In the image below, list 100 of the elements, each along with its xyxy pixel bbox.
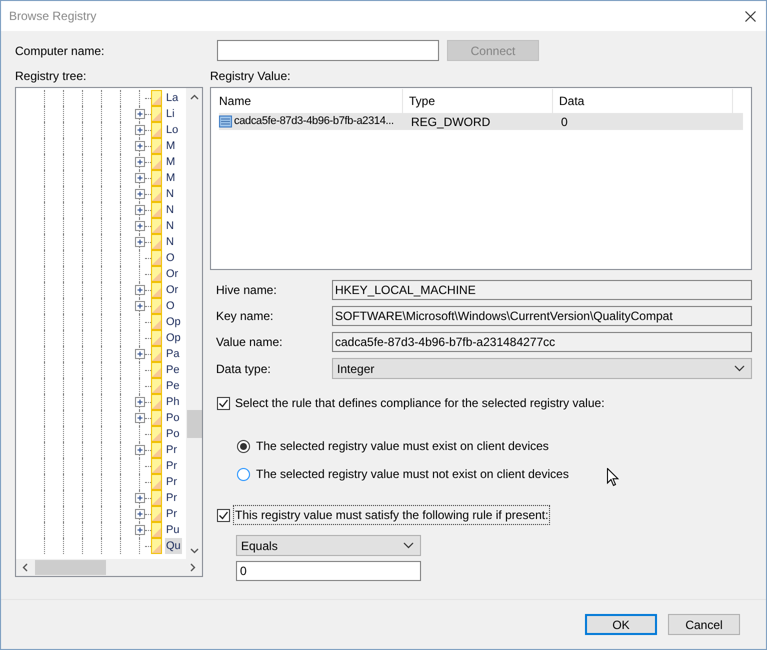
expand-icon[interactable] bbox=[135, 509, 145, 519]
radio-button[interactable] bbox=[237, 440, 250, 452]
tree-item[interactable]: O bbox=[165, 298, 176, 314]
close-icon[interactable] bbox=[745, 10, 756, 22]
operator-dropdown[interactable]: Equals bbox=[236, 535, 421, 556]
folder-icon bbox=[151, 426, 163, 442]
field-label: Data type: bbox=[216, 360, 272, 378]
tree-item[interactable]: Li bbox=[165, 106, 176, 122]
cancel-button[interactable]: Cancel bbox=[668, 614, 740, 635]
folder-icon bbox=[151, 218, 163, 234]
field-label: Computer name: bbox=[15, 42, 106, 60]
tree-item[interactable]: Pr bbox=[165, 474, 178, 490]
scroll-left-icon[interactable] bbox=[22, 563, 28, 572]
data-type-dropdown[interactable]: Integer bbox=[332, 358, 752, 379]
expand-icon[interactable] bbox=[135, 237, 145, 247]
checkbox-label: Select the rule that defines compliance for the selected registry value: bbox=[235, 395, 605, 412]
scroll-up-icon[interactable] bbox=[190, 94, 198, 100]
tree-item[interactable]: Op bbox=[165, 330, 182, 346]
tree-item[interactable]: N bbox=[165, 186, 175, 202]
tree-item[interactable]: Lo bbox=[165, 122, 180, 138]
tree-item[interactable]: Pe bbox=[165, 378, 180, 394]
folder-icon bbox=[151, 186, 163, 202]
folder-icon bbox=[151, 474, 163, 490]
tree-item[interactable]: Pu bbox=[165, 522, 180, 538]
folder-icon bbox=[151, 90, 163, 106]
table-cell-text: cadca5fe-87d3-4b96-b7fb-a2314... bbox=[234, 114, 394, 130]
folder-icon bbox=[151, 394, 163, 410]
tree-item[interactable]: N bbox=[165, 202, 175, 218]
tree-item[interactable]: Po bbox=[165, 410, 180, 426]
field-label: Key name: bbox=[216, 308, 274, 325]
expand-icon[interactable] bbox=[135, 157, 145, 167]
folder-icon bbox=[151, 346, 163, 362]
vertical-scrollbar[interactable] bbox=[186, 88, 202, 560]
scroll-down-icon[interactable] bbox=[190, 548, 198, 554]
folder-icon bbox=[151, 250, 163, 266]
folder-icon bbox=[151, 410, 163, 426]
value-field[interactable]: 0 bbox=[236, 561, 421, 581]
expand-icon[interactable] bbox=[135, 125, 145, 135]
folder-icon bbox=[151, 506, 163, 522]
field-label: Hive name: bbox=[216, 282, 278, 299]
tree-item[interactable]: N bbox=[165, 234, 175, 250]
scroll-right-icon[interactable] bbox=[190, 563, 196, 572]
section-label: Registry Value: bbox=[210, 69, 292, 83]
scrollbar-thumb[interactable] bbox=[187, 410, 202, 438]
read-only-field[interactable]: cadca5fe-87d3-4b96-b7fb-a231484277cc bbox=[332, 332, 752, 352]
tree-item[interactable]: Op bbox=[165, 314, 182, 330]
radio-button[interactable] bbox=[237, 468, 250, 480]
chevron-down-icon bbox=[734, 365, 745, 372]
read-only-field[interactable]: SOFTWARE\Microsoft\Windows\CurrentVersion\QualityCompat bbox=[332, 306, 752, 326]
expand-icon[interactable] bbox=[135, 173, 145, 183]
registry-value-icon bbox=[219, 115, 232, 128]
tree-item[interactable]: Pr bbox=[165, 458, 178, 474]
checkbox[interactable] bbox=[217, 508, 230, 522]
mouse-cursor-icon bbox=[607, 468, 619, 487]
folder-icon bbox=[151, 442, 163, 458]
folder-icon bbox=[151, 106, 163, 122]
read-only-field[interactable]: HKEY_LOCAL_MACHINE bbox=[332, 280, 752, 300]
expand-icon[interactable] bbox=[135, 205, 145, 215]
tree-item[interactable]: Ph bbox=[165, 394, 180, 410]
folder-icon bbox=[151, 202, 163, 218]
tree-item[interactable]: Or bbox=[165, 266, 180, 282]
scrollbar-thumb[interactable] bbox=[35, 560, 106, 575]
expand-icon[interactable] bbox=[135, 445, 145, 455]
checkbox[interactable] bbox=[217, 396, 230, 410]
tree-item[interactable]: Pr bbox=[165, 490, 178, 506]
tree-item[interactable]: M bbox=[165, 170, 176, 186]
expand-icon[interactable] bbox=[135, 141, 145, 151]
expand-icon[interactable] bbox=[135, 285, 145, 295]
radio-label: The selected registry value must not exist on client devices bbox=[256, 466, 569, 483]
ok-button[interactable]: OK bbox=[585, 614, 657, 635]
expand-icon[interactable] bbox=[135, 189, 145, 199]
expand-icon[interactable] bbox=[135, 301, 145, 311]
expand-icon[interactable] bbox=[135, 349, 145, 359]
field-label: Value name: bbox=[216, 334, 284, 351]
expand-icon[interactable] bbox=[135, 221, 145, 231]
list-row[interactable]: cadca5fe-87d3-4b96-b7fb-a2314... REG_DWORD 0 bbox=[219, 113, 743, 130]
computer-name-field[interactable] bbox=[217, 40, 439, 61]
folder-icon bbox=[151, 490, 163, 506]
expand-icon[interactable] bbox=[135, 493, 145, 503]
tree-item[interactable]: Pr bbox=[165, 442, 178, 458]
tree-item[interactable]: O bbox=[165, 250, 176, 266]
expand-icon[interactable] bbox=[135, 109, 145, 119]
chevron-down-icon bbox=[403, 542, 414, 549]
tree-item[interactable]: M bbox=[165, 154, 176, 170]
tree-item[interactable]: Po bbox=[165, 426, 180, 442]
folder-icon bbox=[151, 122, 163, 138]
expand-icon[interactable] bbox=[135, 525, 145, 535]
tree-item[interactable]: Pr bbox=[165, 506, 178, 522]
tree-item[interactable]: Qu bbox=[165, 538, 182, 554]
folder-icon bbox=[151, 266, 163, 282]
folder-icon bbox=[151, 298, 163, 314]
expand-icon[interactable] bbox=[135, 413, 145, 423]
tree-item[interactable]: M bbox=[165, 138, 176, 154]
tree-item[interactable]: La bbox=[165, 90, 180, 106]
tree-item[interactable]: N bbox=[165, 218, 175, 234]
folder-icon bbox=[151, 362, 163, 378]
tree-item[interactable]: Pa bbox=[165, 346, 180, 362]
tree-item[interactable]: Pe bbox=[165, 362, 180, 378]
expand-icon[interactable] bbox=[135, 397, 145, 407]
tree-item[interactable]: Or bbox=[165, 282, 180, 298]
